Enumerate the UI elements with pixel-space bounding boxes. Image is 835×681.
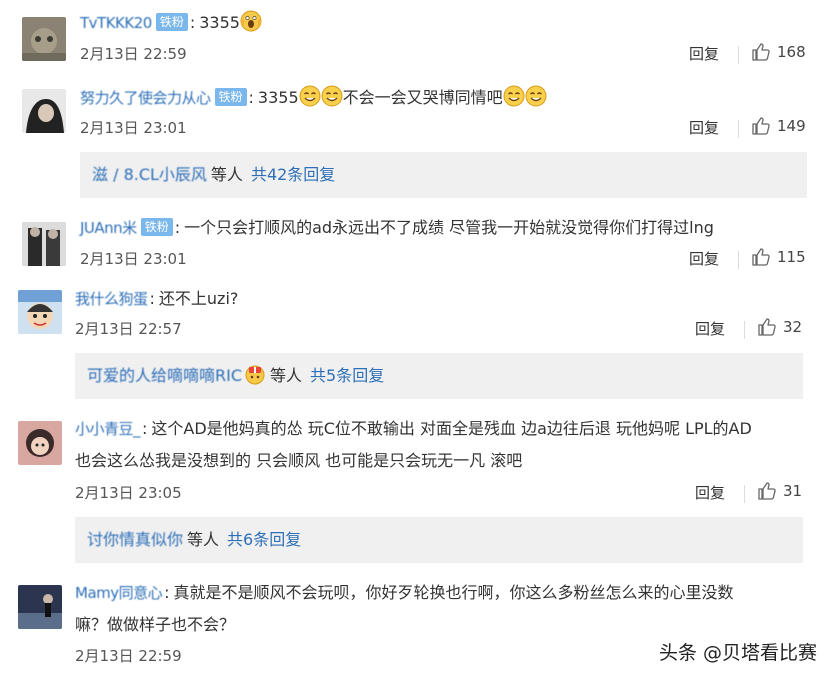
reply-button[interactable]: 回复 bbox=[689, 117, 719, 138]
reply-button[interactable]: 回复 bbox=[689, 43, 719, 64]
reply-button[interactable]: 回复 bbox=[689, 248, 719, 269]
sub-replies-box[interactable]: 讨你情真似你 等人 共6条回复 bbox=[75, 517, 803, 563]
divider bbox=[738, 251, 739, 269]
comment-text: 真就是不是顺风不会玩呗，你好歹轮换也行啊，你这么多粉丝怎么来的心里没数 bbox=[173, 583, 734, 602]
username[interactable]: JUAnn米 bbox=[80, 219, 137, 237]
avatar[interactable] bbox=[18, 421, 62, 465]
scream-emoji bbox=[240, 10, 262, 32]
like-button[interactable]: 168 bbox=[751, 42, 806, 62]
timestamp: 2月13日 22:59 bbox=[80, 45, 187, 63]
sub-replies-box[interactable]: 滋 / 8.CL小辰风 等人 共42条回复 bbox=[80, 152, 807, 198]
sub-reply-etc: 等人 bbox=[270, 366, 303, 385]
sub-replies-box[interactable]: 可爱的人给嘀嘀嘀RIC 等人 共5条回复 bbox=[75, 353, 803, 399]
timestamp: 2月13日 22:59 bbox=[75, 647, 182, 665]
colon: : bbox=[164, 583, 170, 602]
comment-text: 3355 bbox=[199, 13, 240, 32]
smile-emoji bbox=[299, 85, 321, 107]
like-count: 115 bbox=[777, 248, 806, 266]
comment-text: 还不上uzi? bbox=[158, 289, 239, 308]
like-button[interactable]: 31 bbox=[757, 481, 802, 501]
comment-text: 3355 bbox=[257, 88, 299, 107]
sub-reply-users[interactable]: 可爱的人给嘀嘀嘀RIC bbox=[87, 366, 242, 385]
smile-emoji bbox=[525, 85, 547, 107]
sub-reply-total-link[interactable]: 共42条回复 bbox=[251, 165, 335, 184]
username[interactable]: TvTKKK20 bbox=[80, 14, 152, 32]
timestamp: 2月13日 22:57 bbox=[75, 320, 182, 338]
thumbs-up-icon bbox=[751, 116, 771, 136]
sub-reply-etc: 等人 bbox=[187, 530, 220, 549]
smile-emoji bbox=[503, 85, 525, 107]
avatar[interactable] bbox=[22, 89, 66, 133]
colon: : bbox=[189, 13, 196, 32]
username[interactable]: 小小青豆_ bbox=[75, 420, 141, 438]
timestamp: 2月13日 23:01 bbox=[80, 250, 187, 268]
username[interactable]: 努力久了使会力从心 bbox=[80, 89, 211, 107]
smile-emoji bbox=[321, 85, 343, 107]
like-button[interactable]: 149 bbox=[751, 116, 806, 136]
divider bbox=[744, 321, 745, 339]
like-count: 149 bbox=[777, 117, 806, 135]
fan-badge: 铁粉 bbox=[140, 218, 173, 236]
timestamp: 2月13日 23:01 bbox=[80, 119, 187, 137]
comment-text: 一个只会打顺风的ad永远出不了成绩 尽管我一开始就没觉得你们打得过lng bbox=[184, 218, 714, 237]
colon: : bbox=[174, 218, 181, 237]
username[interactable]: 我什么狗蛋 bbox=[75, 290, 148, 308]
comment-text-continued: 嘛？做做样子也不会？ bbox=[75, 615, 236, 634]
divider bbox=[738, 46, 739, 64]
like-button[interactable]: 32 bbox=[757, 317, 802, 337]
sub-reply-users[interactable]: 讨你情真似你 bbox=[87, 530, 183, 549]
comment-text-continued: 也会这么怂我是没想到的 只会顺风 也可能是只会玩无一凡 滚吧 bbox=[75, 451, 523, 470]
colon: : bbox=[248, 88, 254, 107]
fan-badge: 铁粉 bbox=[155, 13, 188, 31]
colon: : bbox=[149, 289, 155, 308]
avatar[interactable] bbox=[22, 17, 66, 61]
comment-text: 不会一会又哭博同情吧 bbox=[342, 88, 503, 107]
watermark: 头条 @贝塔看比赛 bbox=[658, 642, 817, 664]
divider bbox=[738, 120, 739, 138]
comment-text: 这个AD是他妈真的怂 玩C位不敢输出 对面全是残血 边a边往后退 玩他妈呢 LP… bbox=[151, 419, 752, 438]
sub-reply-total-link[interactable]: 共5条回复 bbox=[310, 366, 384, 385]
sub-reply-users[interactable]: 滋 / 8.CL小辰风 bbox=[92, 165, 207, 184]
thumbs-up-icon bbox=[757, 481, 777, 501]
reply-button[interactable]: 回复 bbox=[695, 318, 725, 339]
like-count: 32 bbox=[783, 318, 803, 336]
divider bbox=[744, 485, 745, 503]
thumbs-up-icon bbox=[757, 317, 777, 337]
avatar[interactable] bbox=[18, 290, 62, 334]
like-count: 31 bbox=[783, 482, 803, 500]
sub-reply-etc: 等人 bbox=[210, 165, 243, 184]
like-button[interactable]: 115 bbox=[751, 247, 806, 267]
reply-button[interactable]: 回复 bbox=[695, 482, 725, 503]
avatar[interactable] bbox=[18, 585, 62, 629]
fan-badge: 铁粉 bbox=[214, 88, 247, 106]
timestamp: 2月13日 23:05 bbox=[75, 484, 182, 502]
colon: : bbox=[142, 419, 148, 438]
thumbs-up-icon bbox=[751, 42, 771, 62]
gift-emoji bbox=[244, 363, 266, 385]
username[interactable]: Mamy同意心 bbox=[75, 584, 163, 602]
like-count: 168 bbox=[777, 43, 806, 61]
thumbs-up-icon bbox=[751, 247, 771, 267]
avatar[interactable] bbox=[22, 222, 66, 266]
sub-reply-total-link[interactable]: 共6条回复 bbox=[227, 530, 301, 549]
